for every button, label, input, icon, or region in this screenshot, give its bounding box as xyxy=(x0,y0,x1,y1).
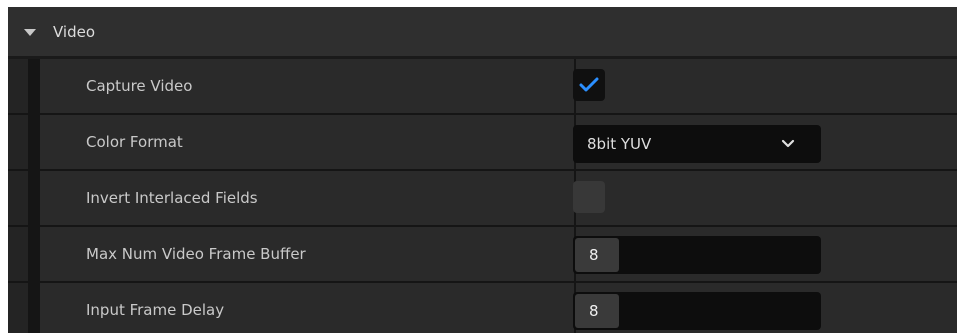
property-row-input-frame-delay: Input Frame Delay 8 xyxy=(8,283,957,333)
video-section-header[interactable]: Video xyxy=(8,7,957,57)
capture-video-checkbox[interactable] xyxy=(573,69,605,101)
property-row-max-frame-buffer: Max Num Video Frame Buffer 8 xyxy=(8,227,957,281)
details-panel: Video Capture Video Color Format 8bit YU… xyxy=(8,7,957,333)
numeric-value: 8 xyxy=(589,246,599,264)
property-label: Color Format xyxy=(86,133,183,151)
max-frame-buffer-input[interactable]: 8 xyxy=(573,236,821,274)
invert-interlaced-checkbox[interactable] xyxy=(573,181,605,213)
property-label: Max Num Video Frame Buffer xyxy=(86,245,306,263)
checkmark-icon xyxy=(579,77,599,92)
property-label: Capture Video xyxy=(86,77,193,95)
numeric-value: 8 xyxy=(589,302,599,320)
expand-caret-icon[interactable] xyxy=(24,29,36,36)
property-row-capture-video: Capture Video xyxy=(8,59,957,113)
property-row-invert-interlaced: Invert Interlaced Fields xyxy=(8,171,957,225)
property-label: Invert Interlaced Fields xyxy=(86,189,258,207)
chevron-down-icon xyxy=(781,139,795,148)
property-label: Input Frame Delay xyxy=(86,301,225,319)
color-format-dropdown[interactable]: 8bit YUV xyxy=(573,125,821,163)
section-title: Video xyxy=(53,23,96,41)
dropdown-selected-value: 8bit YUV xyxy=(587,135,652,153)
property-row-color-format: Color Format 8bit YUV xyxy=(8,115,957,169)
input-frame-delay-input[interactable]: 8 xyxy=(573,292,821,330)
